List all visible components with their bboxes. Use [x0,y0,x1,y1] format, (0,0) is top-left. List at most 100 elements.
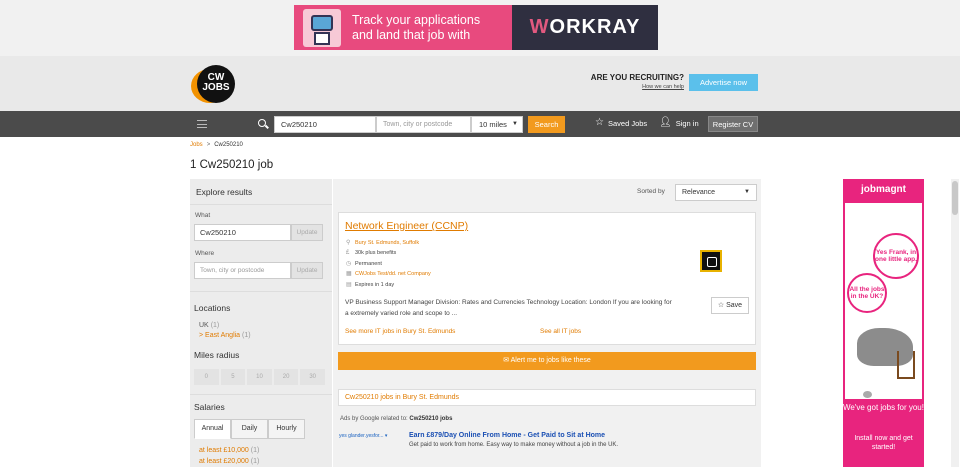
ad-brand-logo: W ORKRAY [512,5,658,50]
tab-hourly[interactable]: Hourly [268,419,305,439]
divider [190,394,332,395]
page-scrollbar[interactable] [951,179,959,467]
miles-option[interactable]: 10 [247,369,272,385]
tab-annual[interactable]: Annual [194,419,231,439]
chevron-down-icon: ▼ [512,121,518,127]
radius-value: 10 miles [479,120,507,129]
sidebar-title: Explore results [196,187,253,197]
miles-option[interactable]: 0 [194,369,219,385]
signin-label: Sign in [675,118,699,128]
breadcrumb-current: Cw250210 [214,142,243,148]
location-name: East Anglia [205,332,241,339]
divider [190,204,332,205]
company-logo[interactable] [700,250,722,272]
what-input[interactable]: Cw250210 [194,224,291,241]
recruiting-block: ARE YOU RECRUITING? How we can help [582,73,684,90]
location-input[interactable]: Town, city or postcode [376,116,471,133]
miles-option[interactable]: 30 [300,369,325,385]
speech-bubble: Yes Frank, in one little app. [873,233,919,279]
job-title-link[interactable]: Network Engineer (CCNP) [345,220,468,232]
job-location-text[interactable]: Bury St. Edmunds, Suffolk [355,240,419,246]
logo-disk: CW JOBS [197,65,235,103]
job-expiry-text: Expires in 1 day [355,281,395,288]
building-icon: ▦ [346,271,352,277]
jobmagnt-side-ad[interactable]: jobmagnt Yes Frank, in one little app. A… [843,179,924,467]
job-alert-button[interactable]: ✉ Alert me to jobs like these [338,352,756,370]
save-job-button[interactable]: ☆ Save [711,297,749,314]
salaries-heading: Salaries [194,402,225,412]
clock-icon: ◷ [346,261,352,267]
job-salary-text: 30k plus benefits [355,250,397,256]
ad-description: Get paid to work from home. Easy way to … [409,442,619,448]
miles-option[interactable]: 20 [273,369,299,385]
all-it-jobs-link[interactable]: See all IT jobs [540,328,581,335]
ad-brand-part1: W [529,16,550,38]
salary-label: at least £20,000 [199,458,249,465]
ads-prefix: Ads by Google related to: [340,416,408,422]
results-panel: Sorted by Relevance ▼ Network Engineer (… [333,179,761,467]
job-salary: £30k plus benefits [346,250,396,256]
ad-tagline: Track your applications and land that jo… [352,13,480,43]
miles-option[interactable]: 5 [220,369,246,385]
salary-count: (1) [250,447,260,454]
search-button[interactable]: Search [528,116,565,133]
robot-icon [303,9,341,47]
register-cv-button[interactable]: Register CV [708,116,758,132]
salary-item[interactable]: at least £10,000 (1) [199,447,259,454]
top-ad-strip: Track your applications and land that jo… [0,0,960,56]
ad-cta: Install now and get started! [854,435,913,451]
location-item-uk[interactable]: UK (1) [199,322,219,329]
breadcrumb: Jobs > Cw250210 [190,142,243,148]
saved-jobs-link[interactable]: ☆ Saved Jobs [595,118,647,128]
ad-message: We've got jobs for you! [843,403,924,412]
explore-sidebar: Explore results What Cw250210 Update Whe… [190,179,332,467]
advertise-button[interactable]: Advertise now [689,74,758,91]
ad-illustration: Yes Frank, in one little app. All the jo… [845,203,922,399]
jobmagnt-logo: jobmagnt [861,184,906,195]
chevron-down-icon: ▾ [384,433,388,439]
recruit-help-link[interactable]: How we can help [582,84,684,90]
page-title: 1 Cw250210 job [190,159,274,171]
job-description: VP Business Support Manager Division: Ra… [345,299,672,317]
search-icon [258,119,268,129]
currency-icon: £ [346,250,350,256]
miles-radius-heading: Miles radius [194,350,240,360]
job-company-text[interactable]: CWJobs Test/dd. net Company [355,271,431,277]
what-update-button[interactable]: Update [291,224,323,241]
calendar-icon: ▤ [346,282,352,288]
scrollbar-thumb[interactable] [952,181,958,215]
ad-text-line2: and land that job with [352,28,471,42]
job-card: Network Engineer (CCNP) ⚲ Bury St. Edmund… [338,212,756,345]
menu-icon[interactable] [197,120,207,128]
ad-text-line1: Track your applications [352,13,481,27]
keyword-input[interactable]: Cw250210 [274,116,376,133]
where-input[interactable]: Town, city or postcode [194,262,291,279]
related-jobs-link[interactable]: Cw250210 jobs in Bury St. Edmunds [338,389,756,406]
speech-bubble: All the jobs in the UK? [847,273,887,313]
ad-source[interactable]: yes glander.yesfor... ▾ [339,433,387,439]
job-location: ⚲ Bury St. Edmunds, Suffolk [346,239,419,247]
radius-select[interactable]: 10 miles ▼ [471,116,523,133]
salary-item[interactable]: at least £20,000 (1) [199,458,259,465]
where-update-button[interactable]: Update [291,262,323,279]
tab-daily[interactable]: Daily [231,419,268,439]
locations-heading: Locations [194,303,231,313]
chevron-right-icon: > [199,332,204,339]
chevron-down-icon: ▼ [744,189,750,195]
workray-ad-banner[interactable]: Track your applications and land that jo… [294,5,658,50]
breadcrumb-separator: > [206,142,211,148]
salary-tabs: Annual Daily Hourly [194,419,306,439]
cwjobs-logo[interactable]: CW JOBS [191,65,241,103]
google-ads-label: Ads by Google related to: Cw250210 jobs [340,416,452,422]
signin-link[interactable]: 👤︎ Sign in [659,118,699,128]
user-icon: 👤︎ [659,117,672,128]
breadcrumb-jobs-link[interactable]: Jobs [190,142,203,148]
what-label: What [195,212,211,219]
ad-title-link[interactable]: Earn £879/Day Online From Home - Get Pai… [409,432,605,439]
more-it-jobs-link[interactable]: See more IT jobs in Bury St. Edmunds [345,328,455,335]
ads-term: Cw250210 jobs [409,416,453,422]
job-type-text: Permanent [355,260,382,267]
ad-source-text: yes glander.yesfor... [339,433,384,439]
location-item-east-anglia[interactable]: > East Anglia (1) [199,332,251,339]
sort-select[interactable]: Relevance ▼ [675,184,757,201]
